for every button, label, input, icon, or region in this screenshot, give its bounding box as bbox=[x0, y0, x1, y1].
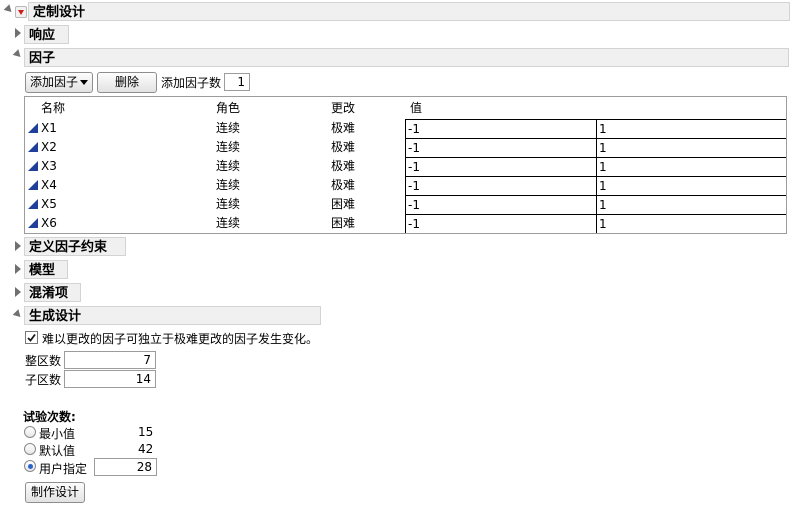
continuous-factor-icon bbox=[28, 123, 38, 133]
table-row[interactable]: X4 连续 极难 -1 1 bbox=[25, 176, 786, 195]
factor-low-value[interactable]: -1 bbox=[405, 119, 596, 138]
factors-section-header[interactable]: 因子 bbox=[24, 48, 789, 67]
factors-disclosure-icon[interactable] bbox=[12, 49, 24, 60]
design-generation-section-header[interactable]: 生成设计 bbox=[24, 306, 321, 325]
table-header-row: 名称 角色 更改 值 bbox=[25, 99, 786, 118]
independent-change-checkbox[interactable] bbox=[25, 331, 38, 344]
factor-low-value[interactable]: -1 bbox=[405, 176, 596, 195]
minimum-runs-label: 最小值 bbox=[39, 427, 76, 441]
alias-disclosure-icon[interactable] bbox=[15, 287, 21, 297]
factor-change[interactable]: 困难 bbox=[331, 214, 355, 233]
factor-high-value[interactable]: 1 bbox=[596, 214, 786, 233]
factor-name[interactable]: X2 bbox=[41, 138, 57, 157]
factor-low-value[interactable]: -1 bbox=[405, 195, 596, 214]
remove-button[interactable]: 删除 bbox=[97, 72, 157, 93]
table-row[interactable]: X5 连续 困难 -1 1 bbox=[25, 195, 786, 214]
factor-change[interactable]: 困难 bbox=[331, 195, 355, 214]
factor-name[interactable]: X1 bbox=[41, 119, 57, 138]
continuous-factor-icon bbox=[28, 218, 38, 228]
user-specified-runs-label: 用户指定 bbox=[39, 462, 88, 476]
factor-role[interactable]: 连续 bbox=[216, 214, 240, 233]
factor-role[interactable]: 连续 bbox=[216, 138, 240, 157]
factor-low-value[interactable]: -1 bbox=[405, 214, 596, 233]
page-title: 定制设计 bbox=[33, 5, 86, 20]
factor-name[interactable]: X6 bbox=[41, 214, 57, 233]
add-n-factors-input[interactable]: 1 bbox=[224, 73, 250, 91]
model-section-header[interactable]: 模型 bbox=[24, 260, 68, 279]
factor-name[interactable]: X5 bbox=[41, 195, 57, 214]
user-specified-runs-radio[interactable] bbox=[24, 460, 36, 472]
factor-change[interactable]: 极难 bbox=[331, 138, 355, 157]
constraints-section-header[interactable]: 定义因子约束 bbox=[24, 237, 126, 256]
factor-change[interactable]: 极难 bbox=[331, 157, 355, 176]
header-name: 名称 bbox=[41, 101, 66, 115]
header-role: 角色 bbox=[216, 101, 241, 115]
generate-disclosure-icon[interactable] bbox=[12, 309, 24, 320]
header-values: 值 bbox=[410, 101, 423, 115]
responses-disclosure-icon[interactable] bbox=[15, 28, 21, 38]
continuous-factor-icon bbox=[28, 199, 38, 209]
factor-high-value[interactable]: 1 bbox=[596, 157, 786, 176]
number-of-runs-label: 试验次数: bbox=[23, 410, 76, 424]
responses-section-header[interactable]: 响应 bbox=[24, 25, 69, 44]
subplots-input[interactable]: 14 bbox=[64, 370, 156, 388]
red-triangle-menu-icon[interactable] bbox=[15, 6, 27, 18]
factor-change[interactable]: 极难 bbox=[331, 176, 355, 195]
default-runs-label: 默认值 bbox=[39, 444, 76, 458]
table-row[interactable]: X3 连续 极难 -1 1 bbox=[25, 157, 786, 176]
chevron-down-icon bbox=[80, 80, 88, 85]
factor-change[interactable]: 极难 bbox=[331, 119, 355, 138]
continuous-factor-icon bbox=[28, 161, 38, 171]
factor-table: 名称 角色 更改 值 X1 连续 极难 -1 1 X2 连续 极难 -1 1 X… bbox=[24, 96, 787, 234]
minimum-runs-radio[interactable] bbox=[24, 426, 36, 438]
factor-high-value[interactable]: 1 bbox=[596, 195, 786, 214]
continuous-factor-icon bbox=[28, 142, 38, 152]
checkmark-icon bbox=[27, 333, 36, 342]
default-runs-radio[interactable] bbox=[24, 443, 36, 455]
constraints-disclosure-icon[interactable] bbox=[15, 241, 21, 251]
factor-name[interactable]: X4 bbox=[41, 176, 57, 195]
table-row[interactable]: X6 连续 困难 -1 1 bbox=[25, 214, 786, 233]
header-change: 更改 bbox=[331, 101, 356, 115]
factor-role[interactable]: 连续 bbox=[216, 119, 240, 138]
add-n-factors-label: 添加因子数 bbox=[161, 76, 222, 90]
table-row[interactable]: X1 连续 极难 -1 1 bbox=[25, 119, 786, 138]
outline-disclosure-icon[interactable] bbox=[3, 4, 15, 15]
independent-change-label: 难以更改的因子可独立于极难更改的因子发生变化。 bbox=[42, 332, 319, 346]
make-design-button[interactable]: 制作设计 bbox=[25, 482, 85, 503]
user-specified-runs-input[interactable]: 28 bbox=[94, 458, 157, 476]
factor-role[interactable]: 连续 bbox=[216, 157, 240, 176]
factor-low-value[interactable]: -1 bbox=[405, 138, 596, 157]
table-row[interactable]: X2 连续 极难 -1 1 bbox=[25, 138, 786, 157]
whole-plots-label: 整区数 bbox=[25, 354, 62, 368]
add-factor-dropdown[interactable]: 添加因子 bbox=[25, 72, 93, 93]
custom-design-header: 定制设计 bbox=[28, 2, 790, 21]
minimum-runs-value: 15 bbox=[138, 425, 154, 439]
factor-high-value[interactable]: 1 bbox=[596, 176, 786, 195]
factor-high-value[interactable]: 1 bbox=[596, 138, 786, 157]
factor-role[interactable]: 连续 bbox=[216, 176, 240, 195]
alias-terms-section-header[interactable]: 混淆项 bbox=[24, 283, 81, 302]
factor-role[interactable]: 连续 bbox=[216, 195, 240, 214]
continuous-factor-icon bbox=[28, 180, 38, 190]
factor-high-value[interactable]: 1 bbox=[596, 119, 786, 138]
whole-plots-input[interactable]: 7 bbox=[64, 351, 156, 369]
factor-name[interactable]: X3 bbox=[41, 157, 57, 176]
subplots-label: 子区数 bbox=[25, 373, 62, 387]
model-disclosure-icon[interactable] bbox=[15, 264, 21, 274]
factor-low-value[interactable]: -1 bbox=[405, 157, 596, 176]
default-runs-value: 42 bbox=[138, 442, 154, 456]
